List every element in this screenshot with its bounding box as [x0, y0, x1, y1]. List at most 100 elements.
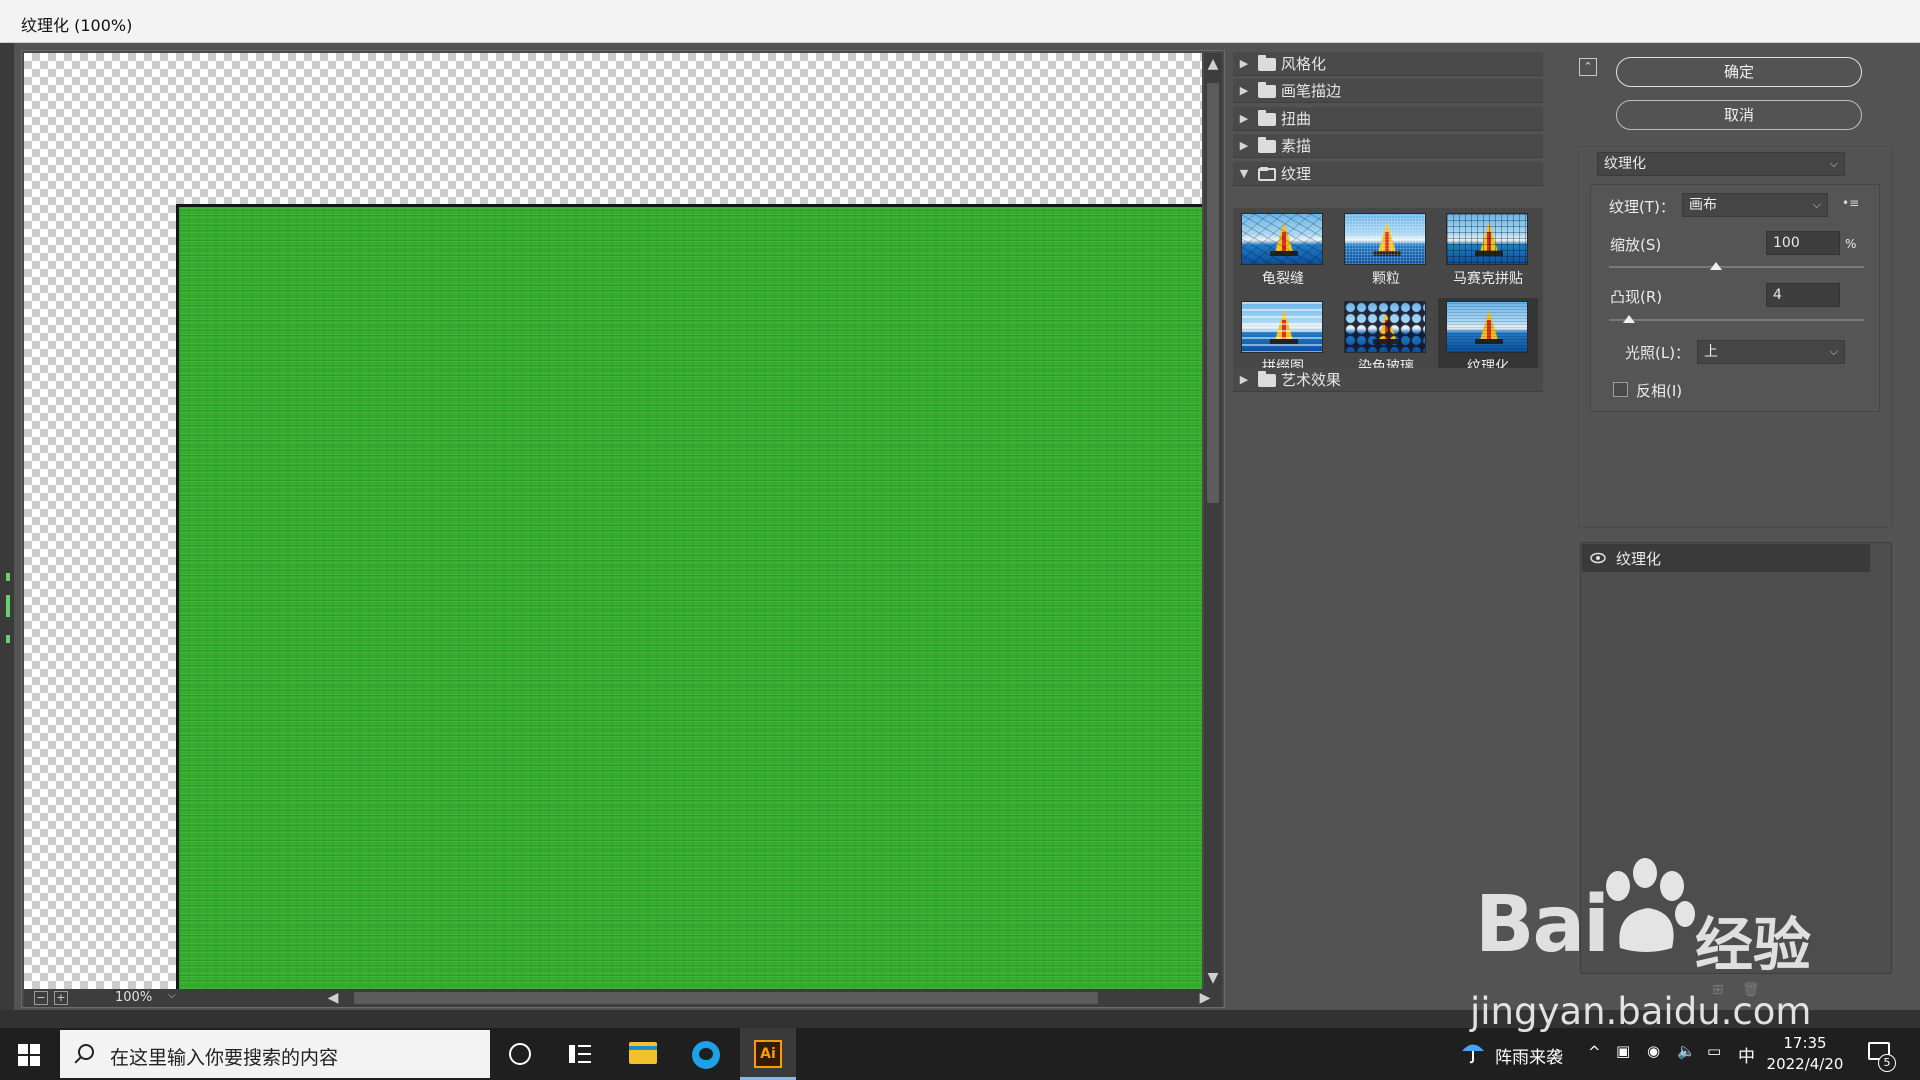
effect-layer-label: 纹理化	[1616, 550, 1662, 568]
texture-label: 纹理(T)：	[1609, 198, 1675, 216]
tray-app-icon[interactable]: ◉	[1647, 1042, 1660, 1060]
expand-triangle-icon[interactable]: ▶	[1237, 79, 1251, 103]
texture-menu-icon[interactable]: •≡	[1842, 196, 1859, 210]
watermark-brand-cn: 经验	[1695, 911, 1812, 979]
taskbar-clock[interactable]: 17:35 2022/4/20	[1760, 1033, 1850, 1075]
open-folder-icon	[1258, 167, 1276, 181]
file-explorer-icon	[629, 1042, 657, 1064]
weather-text[interactable]: 阵雨来袭	[1495, 1043, 1563, 1068]
scroll-left-icon[interactable]: ◀	[324, 989, 342, 1007]
filter-preview-image	[1241, 301, 1323, 353]
edge-browser-icon	[692, 1041, 720, 1069]
textured-green-image	[176, 204, 1202, 989]
preview-canvas[interactable]	[24, 53, 1202, 989]
expand-triangle-icon[interactable]: ▶	[1237, 134, 1251, 158]
vertical-scrollbar[interactable]: ▲ ▼	[1204, 53, 1222, 989]
folder-icon	[1258, 137, 1276, 153]
baidu-jingyan-watermark: Bai 经验 jingyan.baidu.com	[1470, 858, 1870, 1038]
scroll-down-icon[interactable]: ▼	[1205, 969, 1221, 987]
preview-panel: ▲ ▼ − + 100% ⌵ ◀ ▶	[21, 50, 1225, 1008]
texture-select[interactable]: 画布 ⌵	[1682, 193, 1828, 217]
filter-preview-image	[1446, 301, 1528, 353]
volume-icon[interactable]: 🔈	[1677, 1042, 1696, 1060]
folder-icon	[1258, 55, 1276, 71]
watermark-brand: Bai	[1475, 880, 1610, 970]
filter-thumb-label: 马赛克拼贴	[1453, 271, 1523, 287]
umbrella-weather-icon[interactable]	[1460, 1038, 1486, 1064]
notification-count-badge: 5	[1878, 1054, 1896, 1072]
network-status-icon[interactable]: ▣	[1616, 1042, 1630, 1060]
expand-triangle-icon[interactable]: ▶	[1237, 368, 1251, 392]
scaling-label: 缩放(S)	[1610, 236, 1662, 254]
scroll-up-icon[interactable]: ▲	[1205, 55, 1221, 73]
watermark-url: jingyan.baidu.com	[1470, 990, 1812, 1033]
scaling-slider-knob[interactable]	[1710, 262, 1723, 270]
strip-marker	[6, 595, 10, 617]
expand-triangle-icon[interactable]: ▶	[1237, 107, 1251, 131]
collapse-gallery-icon[interactable]: ⌃	[1579, 58, 1597, 76]
invert-label: 反相(I)	[1636, 382, 1683, 400]
strip-marker	[6, 635, 10, 643]
horizontal-scroll-thumb[interactable]	[354, 992, 1098, 1004]
relief-slider-track[interactable]	[1609, 319, 1864, 321]
folder-icon	[1258, 110, 1276, 126]
chevron-down-icon: ⌵	[1812, 198, 1821, 211]
battery-icon[interactable]: ▭	[1707, 1042, 1721, 1060]
filter-preview-image	[1344, 301, 1426, 353]
folder-icon	[1258, 82, 1276, 98]
task-view-icon[interactable]	[569, 1043, 591, 1065]
scaling-input[interactable]: 100	[1766, 231, 1840, 255]
relief-slider-knob[interactable]	[1623, 315, 1636, 323]
invert-checkbox[interactable]	[1613, 382, 1628, 397]
folder-icon	[1258, 371, 1276, 387]
texture-thumbnails: 龟裂缝 颗粒 马赛克拼贴 拼缀图 染色玻璃 纹理化	[1233, 208, 1543, 388]
filter-thumb-label: 颗粒	[1372, 271, 1400, 287]
category-brush-strokes[interactable]: ▶ 画笔描边	[1233, 79, 1543, 103]
zoom-dropdown-icon[interactable]: ⌵	[168, 990, 176, 1001]
filter-preview-image	[1446, 213, 1528, 265]
filter-thumb-craquelure[interactable]: 龟裂缝	[1233, 210, 1333, 298]
search-placeholder: 在这里输入你要搜索的内容	[110, 1047, 339, 1069]
category-sketch[interactable]: ▶ 素描	[1233, 134, 1543, 158]
filter-thumb-mosaic-tiles[interactable]: 马赛克拼贴	[1438, 210, 1538, 298]
category-stylize[interactable]: ▶ 风格化	[1233, 52, 1543, 76]
category-label: 风格化	[1281, 55, 1327, 73]
filter-thumb-grain[interactable]: 颗粒	[1336, 210, 1436, 298]
texture-select-value: 画布	[1689, 197, 1717, 213]
category-artistic[interactable]: ▶ 艺术效果	[1233, 368, 1543, 392]
cortana-icon[interactable]	[509, 1043, 531, 1065]
light-select-value: 上	[1704, 344, 1718, 360]
left-app-strip	[0, 43, 14, 1028]
category-label: 画笔描边	[1281, 82, 1342, 100]
category-label: 艺术效果	[1281, 371, 1342, 389]
category-label: 纹理	[1281, 165, 1312, 183]
zoom-in-button[interactable]: +	[54, 991, 68, 1005]
horizontal-scrollbar[interactable]: ◀ ▶	[324, 989, 1214, 1007]
light-label: 光照(L)：	[1625, 344, 1691, 362]
scaling-unit: %	[1845, 237, 1857, 251]
chevron-down-icon: ⌵	[1829, 157, 1838, 170]
eye-icon[interactable]	[1590, 551, 1606, 565]
zoom-out-button[interactable]: −	[34, 991, 48, 1005]
window-titlebar: 纹理化 (100%)	[0, 0, 1920, 43]
expand-triangle-icon[interactable]: ▶	[1237, 52, 1251, 76]
filter-select[interactable]: 纹理化 ⌵	[1597, 152, 1845, 176]
strip-marker	[6, 573, 10, 581]
relief-label: 凸现(R)	[1610, 288, 1663, 306]
relief-input[interactable]: 4	[1766, 283, 1840, 307]
vertical-scroll-thumb[interactable]	[1207, 83, 1219, 503]
ime-indicator[interactable]: 中	[1738, 1042, 1755, 1067]
cancel-button[interactable]: 取消	[1616, 100, 1862, 130]
category-distort[interactable]: ▶ 扭曲	[1233, 107, 1543, 131]
light-select[interactable]: 上 ⌵	[1697, 340, 1845, 364]
collapse-triangle-icon[interactable]: ▼	[1237, 162, 1251, 186]
tray-overflow-icon[interactable]: ^	[1588, 1043, 1601, 1061]
windows-start-icon[interactable]	[18, 1044, 40, 1066]
illustrator-icon: Ai	[754, 1040, 782, 1068]
taskbar-search-box[interactable]: 在这里输入你要搜索的内容	[60, 1030, 490, 1078]
scroll-right-icon[interactable]: ▶	[1196, 989, 1214, 1007]
ok-button[interactable]: 确定	[1616, 57, 1862, 87]
window-title: 纹理化 (100%)	[21, 16, 133, 35]
scaling-slider-track[interactable]	[1609, 266, 1864, 268]
category-texture[interactable]: ▼ 纹理	[1233, 162, 1543, 186]
